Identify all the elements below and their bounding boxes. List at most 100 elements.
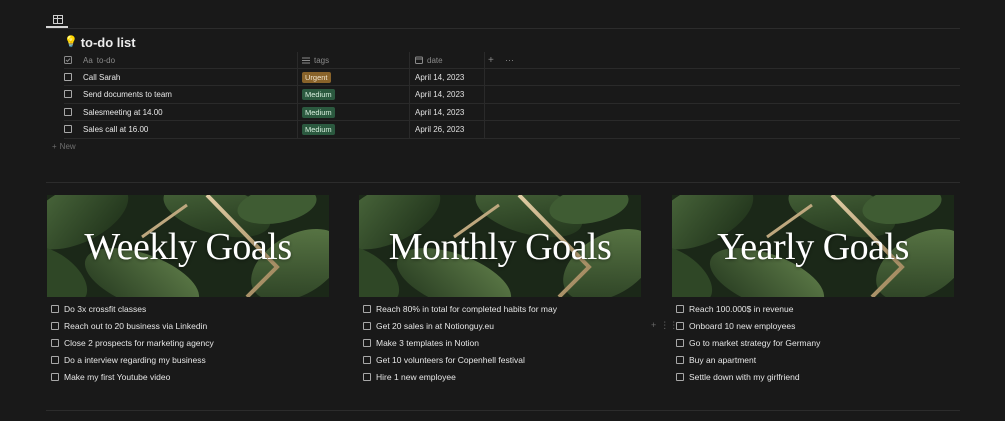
banner-title: Monthly Goals: [388, 226, 612, 268]
todo-checkbox[interactable]: [51, 355, 59, 364]
todo-item[interactable]: Hire 1 new employee: [363, 368, 557, 385]
todo-cell[interactable]: Sales call at 16.00: [83, 125, 148, 134]
table-line: [64, 68, 960, 69]
column-header-date-label: date: [427, 55, 443, 65]
divider: [46, 28, 960, 29]
todo-checkbox[interactable]: [51, 321, 59, 330]
todo-item[interactable]: Get 20 sales in at Notionguy.eu: [363, 317, 557, 334]
yearly-goals-banner: Yearly Goals: [672, 195, 954, 297]
todo-checkbox[interactable]: [363, 338, 371, 347]
row-checkbox[interactable]: [64, 108, 72, 116]
todo-item[interactable]: Reach 80% in total for completed habits …: [363, 300, 557, 317]
new-row-label: New: [59, 142, 76, 151]
add-property-button[interactable]: +: [488, 52, 494, 68]
todo-text[interactable]: Hire 1 new employee: [376, 372, 456, 382]
todo-item[interactable]: Get 10 volunteers for Copenhell festival: [363, 351, 557, 368]
todo-checkbox[interactable]: [363, 304, 371, 313]
column-header-date[interactable]: date: [415, 52, 443, 68]
todo-checkbox[interactable]: [676, 355, 684, 364]
todo-item[interactable]: Do a interview regarding my business: [51, 351, 214, 368]
todo-text[interactable]: Buy an apartment: [689, 355, 756, 365]
todo-text[interactable]: Make my first Youtube video: [64, 372, 170, 382]
todo-item[interactable]: Settle down with my girlfriend: [676, 368, 820, 385]
plus-icon[interactable]: +: [651, 320, 656, 331]
tag-badge[interactable]: Medium: [302, 124, 335, 135]
new-row-button[interactable]: + New: [52, 142, 76, 151]
row-checkbox[interactable]: [64, 125, 72, 133]
divider: [46, 410, 960, 411]
list-icon: [302, 57, 310, 63]
banner-title: Weekly Goals: [84, 226, 292, 268]
todo-checkbox[interactable]: [51, 372, 59, 381]
date-cell[interactable]: April 14, 2023: [415, 73, 464, 82]
weekly-goals-list: Do 3x crossfit classes Reach out to 20 b…: [51, 300, 214, 385]
todo-text[interactable]: Close 2 prospects for marketing agency: [64, 338, 214, 348]
todo-text[interactable]: Onboard 10 new employees: [689, 321, 795, 331]
tag-badge[interactable]: Medium: [302, 107, 335, 118]
more-icon: ···: [505, 55, 514, 65]
todo-cell[interactable]: Call Sarah: [83, 73, 120, 82]
date-cell[interactable]: April 14, 2023: [415, 90, 464, 99]
date-cell[interactable]: April 26, 2023: [415, 125, 464, 134]
todo-checkbox[interactable]: [363, 321, 371, 330]
todo-checkbox[interactable]: [51, 304, 59, 313]
todo-text[interactable]: Do 3x crossfit classes: [64, 304, 146, 314]
todo-text[interactable]: Do a interview regarding my business: [64, 355, 206, 365]
todo-checkbox[interactable]: [676, 338, 684, 347]
block-handles: + ⋮⋮: [651, 320, 678, 331]
todo-item[interactable]: Reach 100.000$ in revenue: [676, 300, 820, 317]
todo-item[interactable]: Go to market strategy for Germany: [676, 334, 820, 351]
todo-cell[interactable]: Salesmeeting at 14.00: [83, 108, 163, 117]
todo-item[interactable]: Do 3x crossfit classes: [51, 300, 214, 317]
more-options-button[interactable]: ···: [505, 52, 514, 68]
todo-text[interactable]: Reach 100.000$ in revenue: [689, 304, 793, 314]
todo-checkbox[interactable]: [676, 304, 684, 313]
database-title-text: to-do list: [80, 34, 136, 50]
plus-icon: +: [488, 54, 494, 66]
todo-checkbox[interactable]: [676, 372, 684, 381]
tag-badge[interactable]: Urgent: [302, 72, 331, 83]
checkbox-header-icon: [64, 56, 72, 64]
header-select-all[interactable]: [64, 52, 72, 68]
monthly-goals-banner: Monthly Goals: [359, 195, 641, 297]
monthly-goals-list: Reach 80% in total for completed habits …: [363, 300, 557, 385]
date-cell[interactable]: April 14, 2023: [415, 108, 464, 117]
todo-checkbox[interactable]: [676, 321, 684, 330]
tag-badge[interactable]: Medium: [302, 89, 335, 100]
plus-icon: +: [52, 142, 57, 151]
todo-text[interactable]: Reach 80% in total for completed habits …: [376, 304, 557, 314]
table-line: [64, 103, 960, 104]
table-line: [64, 138, 960, 139]
todo-text[interactable]: Get 10 volunteers for Copenhell festival: [376, 355, 525, 365]
todo-text[interactable]: Get 20 sales in at Notionguy.eu: [376, 321, 494, 331]
todo-text[interactable]: Reach out to 20 business via Linkedin: [64, 321, 207, 331]
todo-item[interactable]: Buy an apartment: [676, 351, 820, 368]
todo-text[interactable]: Settle down with my girlfriend: [689, 372, 800, 382]
todo-cell[interactable]: Send documents to team: [83, 90, 172, 99]
todo-checkbox[interactable]: [51, 338, 59, 347]
column-header-tags-label: tags: [314, 55, 330, 65]
todo-item[interactable]: Reach out to 20 business via Linkedin: [51, 317, 214, 334]
row-checkbox[interactable]: [64, 73, 72, 81]
table-line: [64, 120, 960, 121]
todo-item[interactable]: Make 3 templates in Notion: [363, 334, 557, 351]
todo-item[interactable]: Close 2 prospects for marketing agency: [51, 334, 214, 351]
column-header-tags[interactable]: tags: [302, 52, 329, 68]
todo-checkbox[interactable]: [363, 355, 371, 364]
table-icon: [53, 14, 63, 24]
todo-text[interactable]: Make 3 templates in Notion: [376, 338, 479, 348]
database-title[interactable]: 💡 to-do list: [64, 34, 136, 50]
weekly-goals-banner: Weekly Goals: [47, 195, 329, 297]
text-type-icon: Aa: [83, 55, 93, 65]
column-header-todo[interactable]: Aa to-do: [83, 52, 115, 68]
todo-item[interactable]: Onboard 10 new employees: [676, 317, 820, 334]
banner-title: Yearly Goals: [717, 226, 909, 268]
todo-item[interactable]: Make my first Youtube video: [51, 368, 214, 385]
column-divider: [484, 52, 485, 138]
todo-checkbox[interactable]: [363, 372, 371, 381]
todo-text[interactable]: Go to market strategy for Germany: [689, 338, 820, 348]
yearly-goals-list: Reach 100.000$ in revenue Onboard 10 new…: [676, 300, 820, 385]
row-checkbox[interactable]: [64, 90, 72, 98]
table-line: [64, 85, 960, 86]
lightbulb-icon: 💡: [64, 35, 78, 48]
